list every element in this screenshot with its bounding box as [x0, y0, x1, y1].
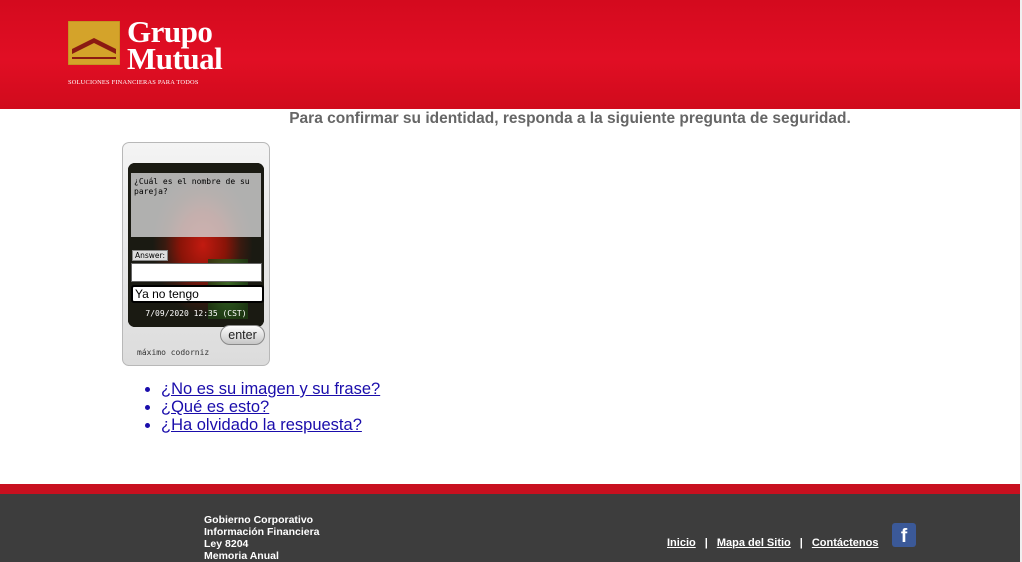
forgot-answer-link[interactable]: ¿Ha olvidado la respuesta? — [161, 416, 362, 434]
house-roof-logo-icon — [68, 21, 120, 65]
footer-link-memoria[interactable]: Memoria Anual — [204, 550, 320, 562]
security-prompt: Para confirmar su identidad, responda a … — [289, 110, 851, 127]
footer-nav: Inicio | Mapa del Sitio | Contáctenos — [667, 537, 878, 549]
footer-links-column: Gobierno Corporativo Información Financi… — [204, 514, 320, 562]
security-image-widget: ¿Cuál es el nombre de su pareja? Answer:… — [122, 142, 270, 366]
list-item: ¿Ha olvidado la respuesta? — [161, 416, 380, 434]
widget-date: 7/09/2020 12:35 (CST) — [145, 309, 247, 318]
footer-link-informacion[interactable]: Información Financiera — [204, 526, 320, 538]
facebook-icon[interactable]: f — [892, 523, 916, 547]
security-image-screen: ¿Cuál es el nombre de su pareja? Answer:… — [128, 163, 264, 327]
not-your-image-link[interactable]: ¿No es su imagen y su frase? — [161, 380, 380, 398]
security-question: ¿Cuál es el nombre de su pareja? — [134, 177, 250, 196]
answer-input[interactable]: Ya no tengo — [131, 285, 264, 303]
image-caption: máximo codorniz — [137, 348, 210, 357]
list-item: ¿No es su imagen y su frase? — [161, 380, 380, 398]
footer-separator: | — [704, 537, 708, 549]
logo-line2: Mutual — [127, 41, 223, 76]
footer-link-gobierno[interactable]: Gobierno Corporativo — [204, 514, 320, 526]
footer-red-band — [0, 484, 1020, 494]
grupo-mutual-logo[interactable]: Grupo Mutual SOLUCIONES FINANCIERAS PARA… — [66, 16, 226, 90]
what-is-this-link[interactable]: ¿Qué es esto? — [161, 398, 269, 416]
footer-nav-inicio[interactable]: Inicio — [667, 537, 696, 549]
footer-nav-mapa[interactable]: Mapa del Sitio — [717, 537, 791, 549]
enter-button[interactable]: enter — [220, 325, 265, 345]
footer-nav-contacto[interactable]: Contáctenos — [812, 537, 879, 549]
site-footer: Gobierno Corporativo Información Financi… — [0, 494, 1020, 562]
footer-link-ley[interactable]: Ley 8204 — [204, 538, 320, 550]
footer-separator: | — [799, 537, 803, 549]
answer-hidden-field[interactable] — [131, 263, 262, 282]
logo-tagline: SOLUCIONES FINANCIERAS PARA TODOS — [68, 79, 199, 86]
logo-wordmark: Grupo Mutual — [127, 16, 223, 76]
answer-label: Answer: — [132, 250, 169, 261]
site-header: Grupo Mutual SOLUCIONES FINANCIERAS PARA… — [0, 0, 1020, 109]
list-item: ¿Qué es esto? — [161, 398, 380, 416]
help-links: ¿No es su imagen y su frase? ¿Qué es est… — [143, 380, 380, 434]
